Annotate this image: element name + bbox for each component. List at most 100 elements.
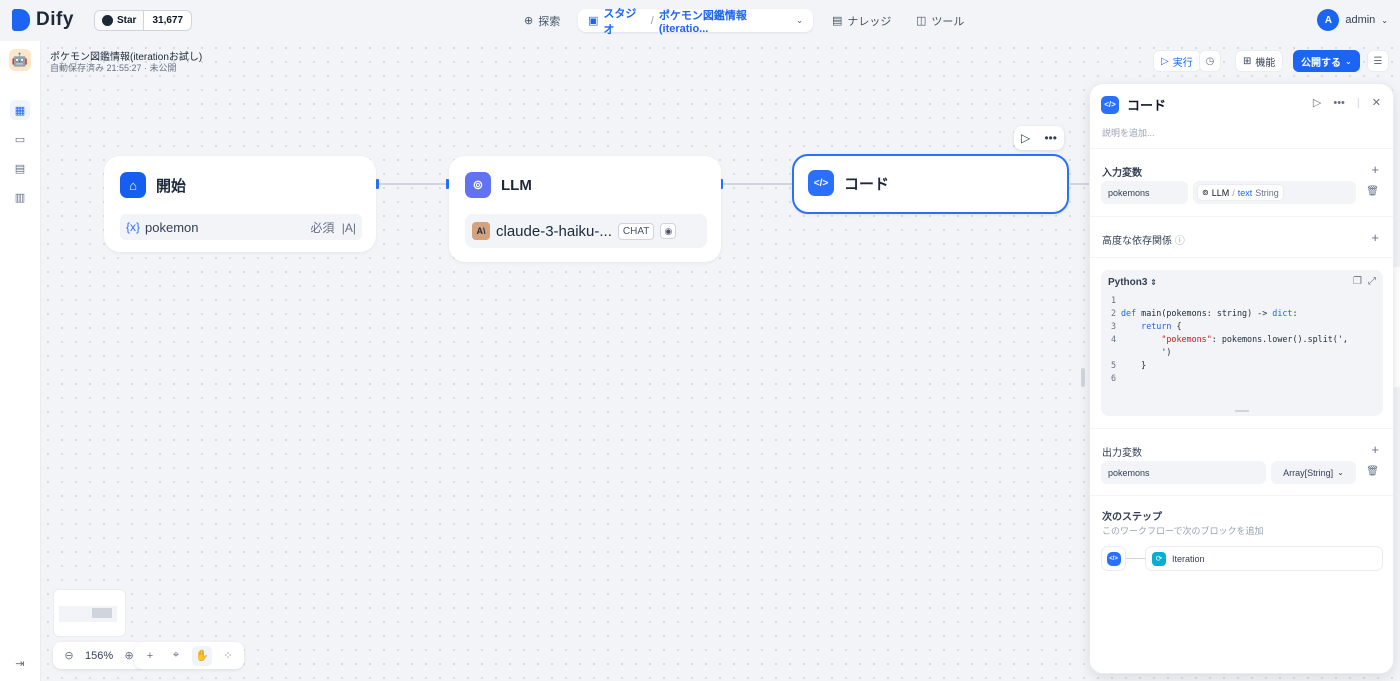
github-star-count: 31,677 <box>152 15 184 26</box>
eye-icon: ◉ <box>660 223 677 239</box>
logs-icon[interactable]: ▤ <box>10 158 30 178</box>
help-icon[interactable]: ⓘ <box>1175 236 1185 247</box>
minimap[interactable] <box>53 589 126 637</box>
add-input-icon[interactable]: + <box>1371 162 1379 177</box>
start-variable-name: pokemon <box>145 219 199 235</box>
more-icon[interactable]: ••• <box>1333 97 1345 109</box>
nav-explore-label: 探索 <box>538 15 561 28</box>
briefcase-icon: ◫ <box>916 15 927 27</box>
expand-sidebar-icon[interactable]: ⇥ <box>10 653 30 673</box>
chevron-down-icon: ⌄ <box>1381 15 1388 25</box>
top-navigation: Dify Star 31,677 ⊕ 探索 ▣ スタジオ / ポケモン図鑑情報(… <box>0 0 1400 41</box>
code-node[interactable]: </> コード <box>792 154 1069 214</box>
llm-node[interactable]: ⊚ LLM A\ claude-3-haiku-... CHAT ◉ <box>449 156 721 262</box>
close-icon[interactable]: ✕ <box>1372 96 1381 109</box>
add-node-icon[interactable]: + <box>140 646 160 666</box>
edge-start-llm[interactable] <box>378 183 447 185</box>
copy-icon[interactable]: ❐ <box>1353 276 1362 287</box>
code-text: return { <box>1141 321 1182 331</box>
ref-node-name: LLM <box>1211 187 1230 198</box>
left-sidebar: 🤖 ▦ ▭ ▤ ▥ ⇥ <box>0 41 41 681</box>
start-node[interactable]: ⌂ 開始 {x} pokemon 必須 |A| <box>104 156 376 252</box>
book-icon: ▤ <box>832 15 843 27</box>
zoom-out-icon[interactable]: ⊖ <box>59 646 79 666</box>
code-node-title: コード <box>844 175 890 193</box>
trash-icon[interactable]: 🗑 <box>1366 186 1379 197</box>
editor-resize-handle[interactable] <box>1235 410 1249 412</box>
fullscreen-icon[interactable]: ⤢ <box>1368 276 1376 287</box>
input-variable-name[interactable]: pokemons <box>1101 181 1188 204</box>
user-menu[interactable]: A admin ⌄ <box>1317 9 1388 31</box>
monitor-icon[interactable]: ▥ <box>10 187 30 207</box>
input-variable-reference[interactable]: ⊚ LLM / text String <box>1193 181 1356 204</box>
orchestrate-icon[interactable]: ▦ <box>10 100 30 120</box>
nav-tools[interactable]: ◫ ツール <box>906 9 974 32</box>
panel-actions: ▷ ••• | ✕ <box>1313 96 1381 110</box>
start-output-handle[interactable] <box>376 179 379 189</box>
next-step-block-name: Iteration <box>1172 553 1205 564</box>
edge-code-next[interactable] <box>1070 183 1090 185</box>
publish-button[interactable]: 公開する ⌄ <box>1293 50 1360 72</box>
trash-icon[interactable]: 🗑 <box>1366 466 1379 477</box>
github-star-button[interactable]: Star <box>95 11 145 30</box>
compass-icon: ⊕ <box>524 15 534 27</box>
code-text: "pokemons": pokemons.lower().split(', ') <box>1161 334 1348 357</box>
llm-model-name: claude-3-haiku-... <box>496 222 612 240</box>
panel-resize-handle[interactable] <box>1081 368 1085 387</box>
edge-llm-code[interactable] <box>723 183 792 185</box>
divider: | <box>1356 96 1360 109</box>
nav-knowledge[interactable]: ▤ ナレッジ <box>822 9 901 32</box>
output-type-label: Array[String] <box>1283 467 1334 478</box>
panel-header: </> コード <box>1101 95 1166 114</box>
checklist-button[interactable]: ☰ <box>1367 50 1389 72</box>
start-variable-required: 必須 |A| <box>310 219 356 236</box>
llm-icon: ⊚ <box>1202 188 1209 197</box>
description-input[interactable]: 説明を追加... <box>1102 126 1155 139</box>
language-label: Python3 <box>1108 277 1148 288</box>
next-step-block[interactable]: ⟳ Iteration <box>1145 546 1383 571</box>
chevron-down-icon[interactable]: ⌄ <box>796 16 803 25</box>
ref-separator: / <box>1232 187 1235 198</box>
dify-logo-mark <box>12 9 30 31</box>
run-node-icon[interactable]: ▷ <box>1021 131 1030 145</box>
divider <box>1090 148 1393 149</box>
code-editor[interactable]: Python3 ⇕ ❐ ⤢ 1 2 def main(pokemons: strin… <box>1101 270 1383 416</box>
divider <box>1090 495 1393 496</box>
language-selector[interactable]: Python3 ⇕ <box>1108 277 1157 288</box>
llm-icon: ⊚ <box>465 172 491 198</box>
add-dependency-icon[interactable]: + <box>1371 230 1379 245</box>
divider <box>1090 257 1393 258</box>
robot-icon: ▣ <box>588 15 599 27</box>
hand-icon[interactable]: ✋ <box>192 645 212 666</box>
add-output-icon[interactable]: + <box>1371 442 1379 457</box>
organize-icon[interactable]: ⁘ <box>218 646 238 666</box>
advanced-dependencies-heading: 高度な依存関係 ⓘ <box>1102 232 1185 247</box>
code-line: 6 <box>1101 372 1372 385</box>
zoom-level[interactable]: 156% <box>85 650 113 662</box>
output-variable-type[interactable]: Array[String] ⌄ <box>1271 461 1356 484</box>
advanced-dependencies-label: 高度な依存関係 <box>1102 236 1172 247</box>
github-star-widget[interactable]: Star 31,677 <box>94 10 193 31</box>
nav-explore[interactable]: ⊕ 探索 <box>514 9 570 32</box>
code-icon: </> <box>1106 551 1121 566</box>
run-step-icon[interactable]: ▷ <box>1313 96 1321 109</box>
features-button[interactable]: ⊞ 機能 <box>1235 50 1284 72</box>
more-icon[interactable]: ••• <box>1044 131 1057 145</box>
history-button[interactable]: ◷ <box>1199 50 1221 72</box>
dify-logo[interactable]: Dify <box>12 9 74 31</box>
nav-knowledge-label: ナレッジ <box>847 15 892 28</box>
run-button[interactable]: ▷ 実行 <box>1153 50 1201 72</box>
output-variable-name[interactable]: pokemons <box>1101 461 1266 484</box>
features-label: 機能 <box>1255 57 1276 69</box>
pointer-icon[interactable]: ⌖ <box>166 646 186 666</box>
terminal-icon[interactable]: ▭ <box>10 129 30 149</box>
start-node-title: 開始 <box>156 177 187 195</box>
app-save-status: 自動保存済み 21:55:27 · 未公開 <box>50 63 177 73</box>
app-icon[interactable]: 🤖 <box>9 49 31 71</box>
nav-studio[interactable]: ▣ スタジオ / ポケモン図鑑情報(iteratio... ⌄ <box>578 8 813 36</box>
nav-studio-label: スタジオ <box>603 7 637 36</box>
code-icon: </> <box>808 170 834 196</box>
code-content[interactable]: 1 2 def main(pokemons: string) -> dict: 3 r… <box>1101 294 1372 410</box>
dify-logo-text: Dify <box>36 9 74 30</box>
panel-title[interactable]: コード <box>1127 95 1166 114</box>
